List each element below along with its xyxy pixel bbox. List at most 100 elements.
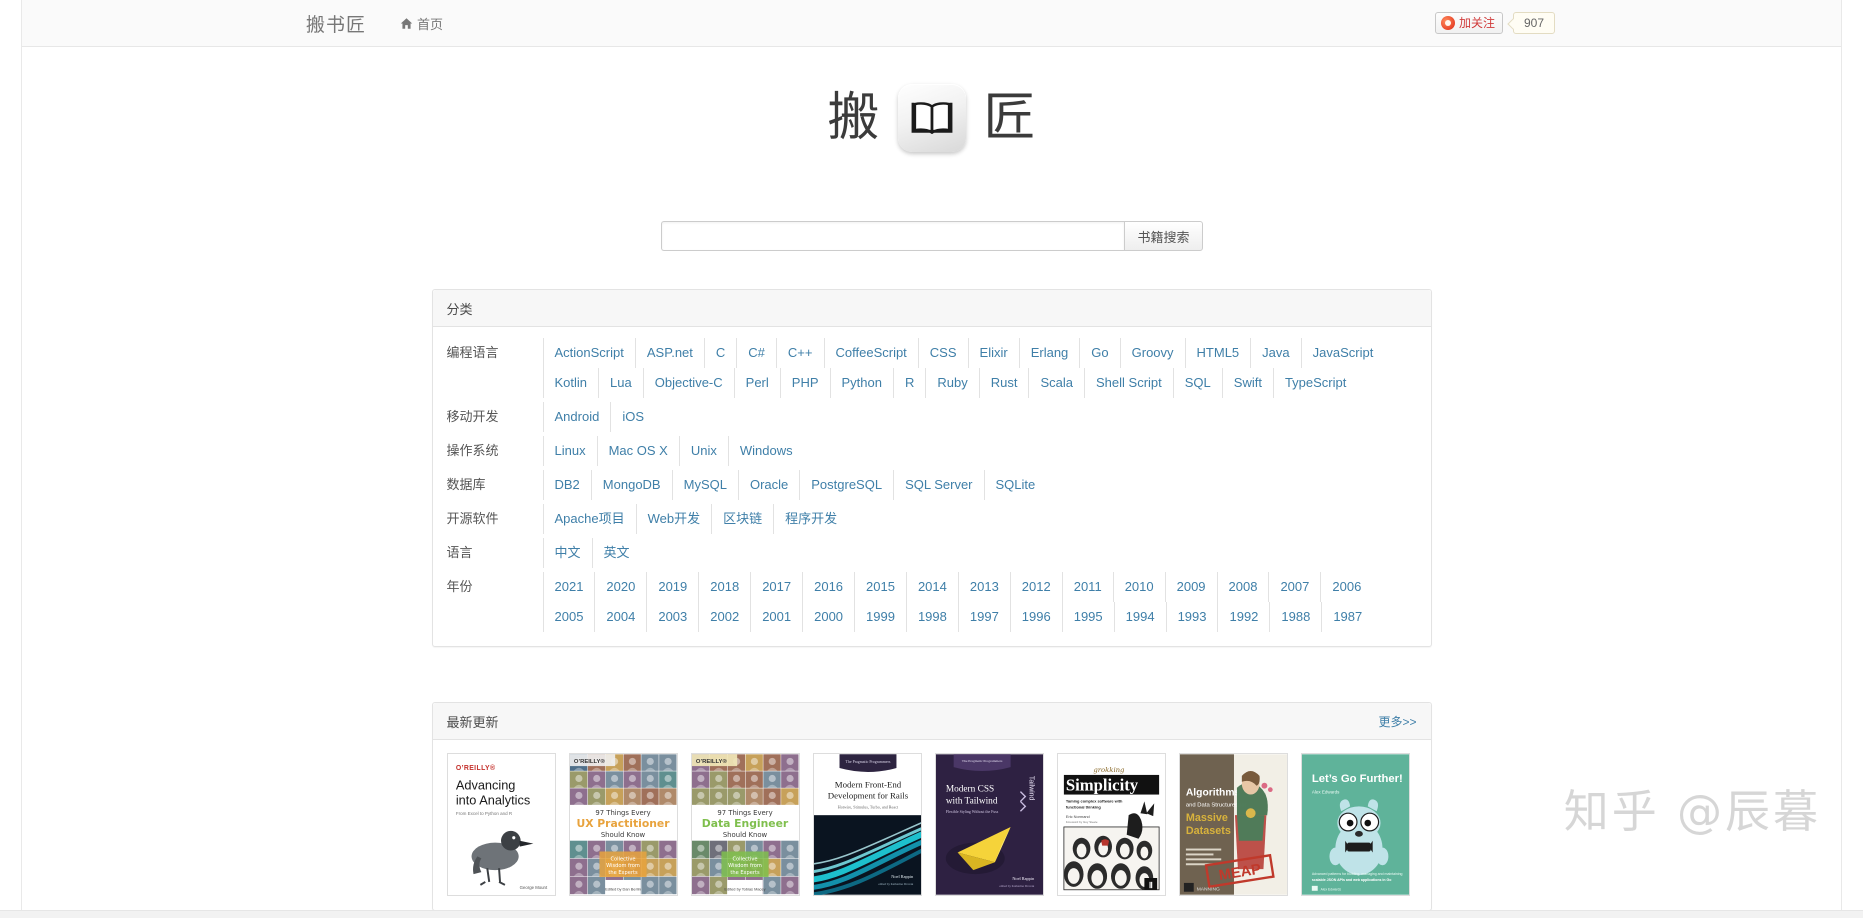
site-logo[interactable]: 搬 匠: [0, 84, 1863, 152]
category-item[interactable]: 2017: [750, 572, 802, 602]
category-item[interactable]: 2015: [854, 572, 906, 602]
category-item[interactable]: 2014: [906, 572, 958, 602]
book-card[interactable]: O’REILLY®Advancinginto AnalyticsFrom Exc…: [447, 753, 556, 896]
category-item[interactable]: 中文: [543, 538, 592, 568]
category-item[interactable]: 1993: [1166, 602, 1218, 632]
category-item[interactable]: 程序开发: [773, 504, 848, 534]
category-item[interactable]: iOS: [610, 402, 655, 432]
category-item[interactable]: Swift: [1222, 368, 1273, 398]
category-item[interactable]: 2020: [594, 572, 646, 602]
book-cover-image[interactable]: grokkingSimplicityTaming complex softwar…: [1057, 753, 1166, 896]
category-item[interactable]: 1997: [958, 602, 1010, 632]
category-item[interactable]: Perl: [734, 368, 780, 398]
category-item[interactable]: Linux: [543, 436, 597, 466]
book-card[interactable]: The Pragmatic ProgrammersModern CSSwith …: [935, 753, 1044, 896]
category-item[interactable]: CSS: [918, 338, 968, 368]
book-cover-image[interactable]: The Pragmatic ProgrammersModern Front-En…: [813, 753, 922, 896]
category-item[interactable]: Apache项目: [543, 504, 636, 534]
category-item[interactable]: Scala: [1028, 368, 1084, 398]
category-item[interactable]: 1992: [1217, 602, 1269, 632]
category-item[interactable]: 2006: [1320, 572, 1372, 602]
category-item[interactable]: ASP.net: [635, 338, 704, 368]
category-item[interactable]: 1996: [1010, 602, 1062, 632]
category-item[interactable]: C#: [736, 338, 776, 368]
category-item[interactable]: 1998: [906, 602, 958, 632]
category-item[interactable]: SQLite: [984, 470, 1047, 500]
book-card[interactable]: grokkingSimplicityTaming complex softwar…: [1057, 753, 1166, 896]
category-item[interactable]: 英文: [592, 538, 641, 568]
category-item[interactable]: Groovy: [1120, 338, 1185, 368]
category-item[interactable]: 2001: [750, 602, 802, 632]
category-item[interactable]: 1987: [1321, 602, 1373, 632]
category-item[interactable]: ActionScript: [543, 338, 635, 368]
category-item[interactable]: JavaScript: [1301, 338, 1385, 368]
category-item[interactable]: Rust: [979, 368, 1029, 398]
category-item[interactable]: Python: [830, 368, 893, 398]
book-cover-image[interactable]: O’REILLY®97 Things EveryUX PractitionerS…: [569, 753, 678, 896]
category-item[interactable]: 2000: [802, 602, 854, 632]
category-item[interactable]: R: [893, 368, 925, 398]
book-card[interactable]: O’REILLY®97 Things EveryUX PractitionerS…: [569, 753, 678, 896]
category-item[interactable]: 2011: [1062, 572, 1113, 602]
search-input[interactable]: [661, 221, 1125, 251]
category-item[interactable]: Objective-C: [643, 368, 734, 398]
category-item[interactable]: Kotlin: [543, 368, 599, 398]
category-item[interactable]: 2007: [1268, 572, 1320, 602]
category-item[interactable]: 1994: [1114, 602, 1166, 632]
category-item[interactable]: Web开发: [636, 504, 712, 534]
category-item[interactable]: TypeScript: [1273, 368, 1357, 398]
book-card[interactable]: Let’s Go Further!Alex EdwardsAdvanced pa…: [1301, 753, 1410, 896]
category-item[interactable]: 2010: [1113, 572, 1165, 602]
category-item[interactable]: 2013: [958, 572, 1010, 602]
category-item[interactable]: 2009: [1165, 572, 1217, 602]
category-item[interactable]: 2019: [646, 572, 698, 602]
category-item[interactable]: 2004: [594, 602, 646, 632]
category-item[interactable]: Elixir: [968, 338, 1019, 368]
category-item[interactable]: MongoDB: [591, 470, 672, 500]
category-item[interactable]: 2021: [543, 572, 595, 602]
category-item[interactable]: Erlang: [1019, 338, 1080, 368]
category-item[interactable]: 2016: [802, 572, 854, 602]
book-card[interactable]: O’REILLY®97 Things EveryData EngineerSho…: [691, 753, 800, 896]
category-item[interactable]: SQL Server: [893, 470, 983, 500]
category-item[interactable]: Android: [543, 402, 611, 432]
category-item[interactable]: Windows: [728, 436, 804, 466]
category-item[interactable]: Java: [1250, 338, 1300, 368]
category-item[interactable]: C: [704, 338, 736, 368]
category-item[interactable]: 2008: [1217, 572, 1269, 602]
category-item[interactable]: PostgreSQL: [799, 470, 893, 500]
category-item[interactable]: 2018: [698, 572, 750, 602]
site-brand[interactable]: 搬书匠: [290, 10, 366, 37]
category-item[interactable]: Mac OS X: [597, 436, 679, 466]
book-cover-image[interactable]: The Pragmatic ProgrammersModern CSSwith …: [935, 753, 1044, 896]
latest-more-link[interactable]: 更多>>: [1378, 713, 1416, 730]
nav-link-home[interactable]: 首页: [394, 10, 449, 37]
category-item[interactable]: HTML5: [1185, 338, 1251, 368]
category-item[interactable]: Unix: [679, 436, 728, 466]
category-item[interactable]: 1988: [1269, 602, 1321, 632]
category-item[interactable]: Lua: [598, 368, 643, 398]
book-cover-image[interactable]: Algorithmsand Data Structures forMassive…: [1179, 753, 1288, 896]
search-button[interactable]: 书籍搜索: [1124, 221, 1202, 251]
category-item[interactable]: PHP: [780, 368, 830, 398]
category-item[interactable]: SQL: [1173, 368, 1222, 398]
weibo-follow-button[interactable]: 加关注: [1435, 12, 1503, 34]
category-item[interactable]: 区块链: [711, 504, 773, 534]
category-item[interactable]: 1995: [1062, 602, 1114, 632]
category-item[interactable]: MySQL: [672, 470, 738, 500]
book-cover-image[interactable]: O’REILLY®Advancinginto AnalyticsFrom Exc…: [447, 753, 556, 896]
category-item[interactable]: Go: [1079, 338, 1119, 368]
category-item[interactable]: 1999: [854, 602, 906, 632]
book-cover-image[interactable]: O’REILLY®97 Things EveryData EngineerSho…: [691, 753, 800, 896]
category-item[interactable]: DB2: [543, 470, 591, 500]
category-item[interactable]: 2005: [543, 602, 595, 632]
category-item[interactable]: 2012: [1010, 572, 1062, 602]
category-item[interactable]: Ruby: [925, 368, 978, 398]
book-card[interactable]: Algorithmsand Data Structures forMassive…: [1179, 753, 1288, 896]
category-item[interactable]: 2002: [698, 602, 750, 632]
book-card[interactable]: The Pragmatic ProgrammersModern Front-En…: [813, 753, 922, 896]
category-item[interactable]: CoffeeScript: [824, 338, 918, 368]
category-item[interactable]: C++: [776, 338, 824, 368]
book-cover-image[interactable]: Let’s Go Further!Alex EdwardsAdvanced pa…: [1301, 753, 1410, 896]
category-item[interactable]: 2003: [646, 602, 698, 632]
